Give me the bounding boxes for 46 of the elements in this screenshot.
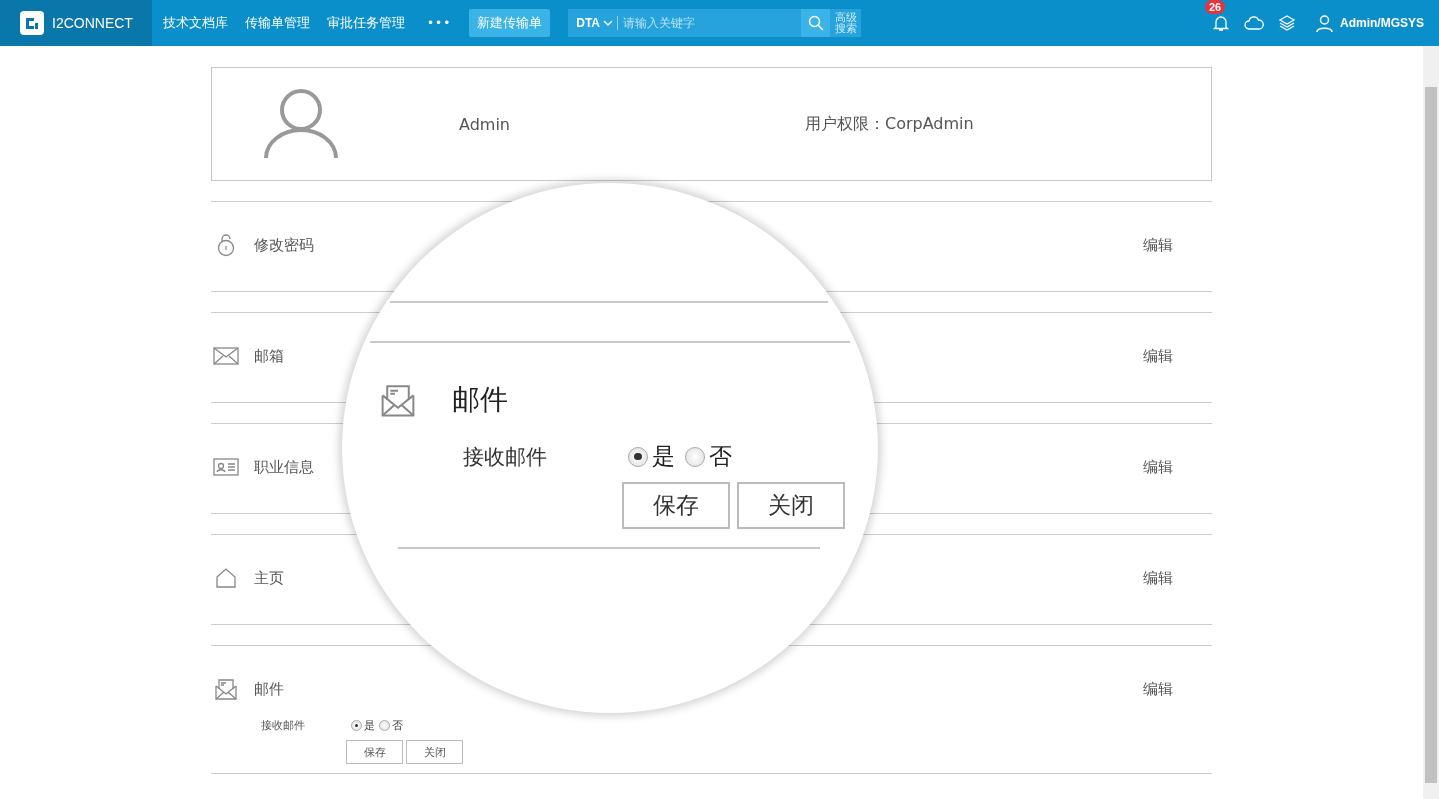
section-title: 主页 [254, 568, 285, 588]
cloud-icon [1244, 15, 1264, 31]
field-label: 接收邮件 [261, 718, 306, 733]
layers-icon [1278, 14, 1296, 32]
section-title: 修改密码 [254, 235, 315, 255]
search-button[interactable] [801, 9, 831, 37]
caret-icon [603, 19, 613, 27]
section-title: 邮件 [452, 382, 508, 418]
user-menu[interactable]: Admin/MGSYS [1310, 13, 1430, 33]
user-permission: 用户权限：CorpAdmin [805, 113, 974, 135]
edit-link[interactable]: 编辑 [1143, 568, 1173, 588]
nav-link[interactable]: 传输单管理 [245, 14, 310, 32]
radio-option: 是 [628, 441, 675, 472]
nav-link[interactable]: 技术文档库 [163, 14, 228, 32]
edit-link[interactable]: 编辑 [1143, 679, 1173, 699]
section-title: 邮箱 [254, 346, 285, 366]
logo-text: I2CONNECT [52, 15, 133, 31]
cloud-button[interactable] [1244, 15, 1264, 31]
edit-link[interactable]: 编辑 [1143, 346, 1173, 366]
form-button[interactable]: 保存 [346, 740, 403, 764]
field-label: 接收邮件 [463, 443, 548, 471]
radio-option[interactable]: 否 [379, 718, 403, 733]
form-button[interactable]: 关闭 [406, 740, 463, 764]
house-icon [213, 566, 239, 590]
avatar-icon [263, 88, 339, 160]
user-name: Admin [459, 114, 511, 134]
mail-icon [213, 677, 239, 701]
edit-link[interactable]: 编辑 [1143, 235, 1173, 255]
more-menu[interactable]: ••• [427, 16, 452, 30]
search-icon [807, 15, 824, 31]
layers-button[interactable] [1278, 14, 1296, 32]
envelope-icon [213, 344, 239, 368]
form-button[interactable]: 关闭 [737, 482, 845, 529]
edit-link[interactable]: 编辑 [1143, 457, 1173, 477]
section-title: 邮件 [254, 679, 285, 699]
id-card-icon [213, 455, 239, 479]
notification-count: 26 [1205, 0, 1226, 14]
notification-button[interactable] [1212, 14, 1230, 32]
bell-icon [1212, 14, 1230, 32]
nav-link[interactable]: 审批任务管理 [327, 14, 405, 32]
user-icon [1316, 14, 1333, 32]
logo-icon [20, 11, 44, 35]
radio-option: 否 [685, 441, 732, 472]
form-button[interactable]: 保存 [622, 482, 730, 529]
radio-option[interactable]: 是 [351, 718, 375, 733]
scrollbar[interactable] [1423, 46, 1439, 799]
